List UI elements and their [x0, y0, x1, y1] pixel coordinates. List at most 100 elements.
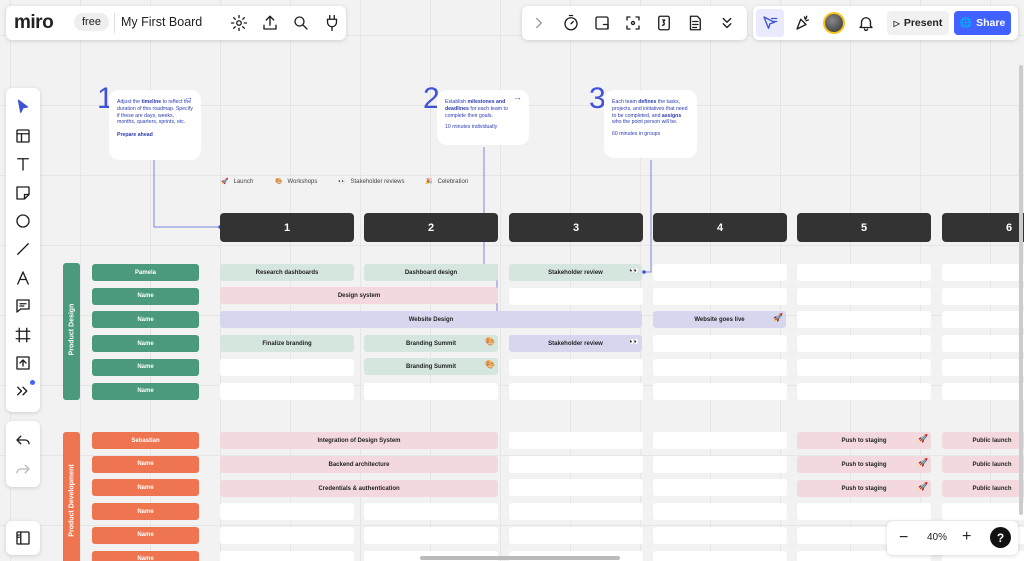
count-icon[interactable]	[651, 10, 677, 36]
pen-icon[interactable]	[10, 265, 36, 291]
settings-gear-icon[interactable]	[226, 10, 252, 36]
upload-file-icon[interactable]	[10, 350, 36, 376]
task-card[interactable]: Stakeholder review 👀	[509, 335, 642, 352]
select-cursor-icon[interactable]	[10, 94, 36, 120]
rocket-icon: 🚀	[918, 458, 928, 467]
task-card[interactable]: Dashboard design	[364, 264, 498, 281]
row-owner-name[interactable]: Name	[92, 526, 199, 544]
upload-icon[interactable]	[257, 10, 283, 36]
task-card[interactable]: Public launch	[942, 456, 1024, 473]
task-card[interactable]: Research dashboards	[220, 264, 354, 281]
palette-icon: 🎨	[485, 360, 495, 369]
plug-icon[interactable]	[319, 10, 345, 36]
bell-icon[interactable]	[853, 10, 879, 36]
row-owner-name[interactable]: Name	[92, 358, 199, 376]
rocket-icon: 🚀	[918, 482, 928, 491]
rocket-icon: 🚀	[221, 179, 229, 185]
connector-step1	[153, 160, 220, 228]
task-card[interactable]: Website Design	[220, 311, 642, 328]
help-icon[interactable]: ?	[990, 527, 1011, 548]
task-card[interactable]: Credentials & authentication	[220, 480, 498, 497]
divider	[114, 13, 115, 33]
globe-icon: 🌐	[959, 17, 973, 29]
rocket-icon: 🚀	[918, 434, 928, 443]
history-toolbar	[6, 421, 40, 487]
shape-circle-icon[interactable]	[10, 208, 36, 234]
timeline-column-header[interactable]: 3	[509, 213, 643, 242]
task-card[interactable]: Finalize branding	[220, 335, 354, 352]
task-card[interactable]: Website goes live 🚀	[653, 311, 786, 328]
chevron-double-down-icon[interactable]	[714, 10, 740, 36]
celebrate-icon[interactable]	[790, 10, 816, 36]
row-owner-name[interactable]: Name	[92, 550, 199, 561]
step-note[interactable]: Each team defines the tasks, projects, a…	[604, 90, 697, 158]
chevron-right-icon[interactable]	[526, 10, 552, 36]
legend-item-workshops: 🎨 Workshops	[275, 178, 318, 186]
miro-logo[interactable]: miro	[14, 12, 54, 34]
connector-step3	[644, 160, 652, 273]
text-icon[interactable]	[10, 151, 36, 177]
task-card[interactable]: Branding Summit 🎨	[364, 335, 498, 352]
horizontal-scrollbar[interactable]	[420, 556, 620, 560]
row-owner-name[interactable]: Pamela	[92, 264, 199, 281]
avatar[interactable]	[823, 12, 845, 34]
timer-icon[interactable]	[558, 10, 584, 36]
task-card[interactable]: Public launch	[942, 480, 1024, 497]
cursor-filter-icon[interactable]	[757, 10, 783, 36]
row-owner-name[interactable]: Name	[92, 455, 199, 473]
team-label: Product Development	[68, 464, 76, 537]
share-panel: ▷ Present 🌐 Share	[753, 6, 1018, 40]
zoom-out-button[interactable]: −	[899, 529, 908, 547]
sticky-note-icon[interactable]	[10, 180, 36, 206]
search-icon[interactable]	[288, 10, 314, 36]
zoom-level[interactable]: 40%	[927, 532, 947, 543]
vertical-scrollbar[interactable]	[1019, 65, 1023, 515]
row-owner-name[interactable]: Name	[92, 335, 199, 353]
comment-icon[interactable]	[10, 293, 36, 319]
row-owner-name[interactable]: Sebastian	[92, 432, 199, 449]
board-canvas[interactable]: 1 Adjust the timeline to reflect the dur…	[0, 0, 1024, 561]
eyes-icon: 👀	[629, 266, 639, 275]
focus-icon[interactable]	[620, 10, 646, 36]
timeline-column-header[interactable]: 1	[220, 213, 354, 242]
eyes-icon: 👀	[629, 337, 639, 346]
task-card[interactable]: Design system	[220, 287, 498, 304]
task-card[interactable]: Branding Summit 🎨	[364, 358, 498, 375]
zoom-in-button[interactable]: +	[962, 528, 971, 546]
timeline-column-header[interactable]: 2	[364, 213, 498, 242]
zoom-panel: − 40% + ?	[887, 521, 1018, 555]
templates-icon[interactable]	[10, 123, 36, 149]
timeline-column-header[interactable]: 6	[942, 213, 1024, 242]
row-owner-name[interactable]: Name	[92, 287, 199, 305]
timeline-column-header[interactable]: 4	[653, 213, 787, 242]
step-text: Adjust the timeline to reflect the durat…	[117, 99, 193, 126]
plan-badge[interactable]: free	[74, 13, 109, 31]
task-card[interactable]: Push to staging 🚀	[797, 456, 931, 473]
frame-icon[interactable]	[10, 322, 36, 348]
timeline-column-header[interactable]: 5	[797, 213, 931, 242]
present-button[interactable]: ▷ Present	[887, 11, 949, 35]
step-footer: 60 minutes in groups	[612, 131, 661, 138]
row-owner-name[interactable]: Name	[92, 503, 199, 521]
row-owner-name[interactable]: Name	[92, 479, 199, 497]
notes-icon[interactable]	[682, 10, 708, 36]
row-owner-name[interactable]: Name	[92, 382, 199, 400]
line-icon[interactable]	[10, 236, 36, 262]
task-card[interactable]: Stakeholder review 👀	[509, 264, 642, 281]
share-button[interactable]: 🌐 Share	[954, 11, 1011, 35]
arrow-right-icon: →	[184, 92, 193, 102]
redo-icon[interactable]	[10, 456, 36, 482]
collaboration-toolbar	[522, 6, 747, 40]
connector-dot	[642, 270, 646, 274]
task-card[interactable]: Integration of Design System	[220, 432, 498, 449]
legend-item-stakeholder: 👀 Stakeholder reviews	[338, 178, 405, 186]
sticky-reactions-icon[interactable]	[589, 10, 615, 36]
board-title[interactable]: My First Board	[121, 15, 202, 29]
row-owner-name[interactable]: Name	[92, 311, 199, 329]
undo-icon[interactable]	[10, 427, 36, 453]
task-card[interactable]: Public launch	[942, 432, 1024, 449]
task-card[interactable]: Push to staging 🚀	[797, 480, 931, 497]
task-card[interactable]: Backend architecture	[220, 456, 498, 473]
task-card[interactable]: Push to staging 🚀	[797, 432, 931, 449]
sidebar-toggle-icon[interactable]	[10, 525, 36, 551]
